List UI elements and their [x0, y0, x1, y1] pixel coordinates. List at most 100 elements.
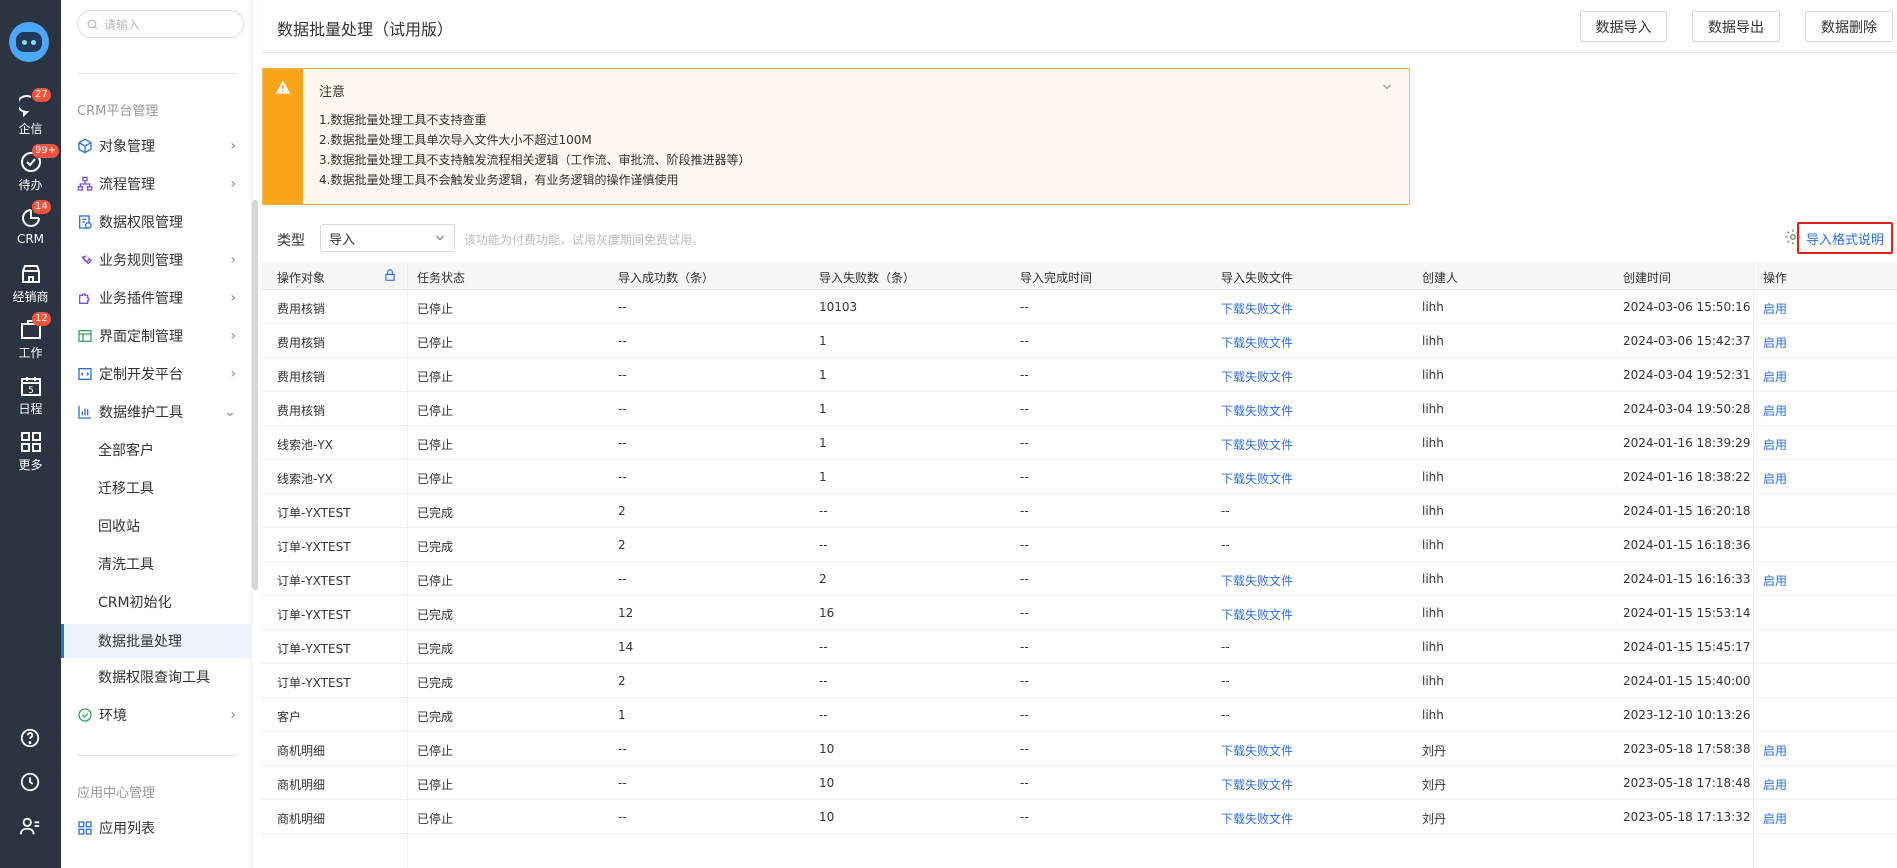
- table-cell: 2: [618, 538, 626, 552]
- rail-item-messages[interactable]: 27 企信: [0, 88, 61, 137]
- table-row: 商机明细 已停止 -- 10 -- 下载失败文件 刘丹 2023-05-18 17:13:32…: [262, 800, 1897, 834]
- data-delete-button[interactable]: 数据删除: [1805, 11, 1893, 42]
- download-failed-file-link[interactable]: 下载失败文件: [1221, 810, 1293, 827]
- rail-item-dealer[interactable]: 经销商: [0, 262, 61, 305]
- sidebar-item-dev-platform[interactable]: 定制开发平台 ›: [61, 359, 252, 389]
- table-cell: 10: [819, 776, 835, 790]
- table-cell: lihh: [1422, 436, 1444, 450]
- download-failed-file-link[interactable]: 下载失败文件: [1221, 470, 1293, 487]
- type-select[interactable]: 导入: [320, 224, 455, 252]
- avatar[interactable]: [9, 22, 49, 62]
- chevron-down-icon[interactable]: [1381, 81, 1393, 93]
- column-header: 导入完成时间: [1020, 271, 1093, 285]
- badge: 27: [32, 88, 51, 102]
- rail-item-todo[interactable]: 99+ 待办: [0, 144, 61, 193]
- column-header: 导入失败文件: [1221, 271, 1294, 285]
- sidebar-scrollbar[interactable]: [252, 200, 258, 590]
- download-failed-file-link[interactable]: 下载失败文件: [1221, 402, 1293, 419]
- search-input[interactable]: 请输入: [77, 10, 244, 38]
- table-cell: lihh: [1422, 606, 1444, 620]
- table-cell: --: [819, 538, 828, 552]
- enable-action-link[interactable]: 启用: [1763, 742, 1787, 759]
- column-header: 操作对象: [277, 271, 326, 285]
- download-failed-file-link[interactable]: 下载失败文件: [1221, 368, 1293, 385]
- sidebar-item-label: 数据权限管理: [99, 215, 183, 231]
- sidebar-subitem-recycle[interactable]: 回收站: [61, 511, 252, 541]
- enable-action-link[interactable]: 启用: [1763, 776, 1787, 793]
- table-cell: --: [1020, 368, 1029, 382]
- table-cell: 1: [819, 334, 827, 348]
- column-header: 操作: [1763, 271, 1788, 285]
- sidebar-subitem-migration[interactable]: 迁移工具: [61, 473, 252, 503]
- enable-action-link[interactable]: 启用: [1763, 402, 1787, 419]
- enable-action-link[interactable]: 启用: [1763, 368, 1787, 385]
- sidebar-subitem-cleaning[interactable]: 清洗工具: [61, 549, 252, 579]
- import-format-link[interactable]: 导入格式说明: [1797, 222, 1893, 254]
- table-cell: 1: [618, 708, 626, 722]
- help-icon[interactable]: [19, 727, 41, 749]
- table-cell: 已完成: [417, 540, 454, 554]
- enable-action-link[interactable]: 启用: [1763, 810, 1787, 827]
- sidebar-item-data-permission[interactable]: 数据权限管理: [61, 207, 252, 237]
- sidebar-item-data-tools[interactable]: 数据维护工具 ⌄: [61, 397, 252, 427]
- sidebar-item-flow[interactable]: 流程管理 ›: [61, 169, 252, 199]
- table-cell: --: [618, 368, 627, 382]
- data-import-button[interactable]: 数据导入: [1580, 11, 1667, 42]
- table-cell: 2024-03-04 19:52:31: [1623, 368, 1751, 382]
- download-failed-file-link[interactable]: 下载失败文件: [1221, 742, 1293, 759]
- enable-action-link[interactable]: 启用: [1763, 300, 1787, 317]
- table-cell: lihh: [1422, 674, 1444, 688]
- table-cell: lihh: [1422, 538, 1444, 552]
- table-cell: --: [1020, 334, 1029, 348]
- user-settings-icon[interactable]: [19, 815, 41, 837]
- table-row: 订单-YXTEST 已完成 2 -- -- -- lihh 2024-01-15 16:20:…: [262, 494, 1897, 528]
- enable-action-link[interactable]: 启用: [1763, 470, 1787, 487]
- download-failed-file-link[interactable]: 下载失败文件: [1221, 572, 1293, 589]
- enable-action-link[interactable]: 启用: [1763, 436, 1787, 453]
- table-cell: 订单-YXTEST: [277, 642, 351, 656]
- table-cell: lihh: [1422, 470, 1444, 484]
- sidebar-subitem-permission-query[interactable]: 数据权限查询工具: [61, 662, 252, 692]
- download-failed-file-link[interactable]: 下载失败文件: [1221, 300, 1293, 317]
- clock-icon[interactable]: [19, 771, 41, 793]
- wrench-icon: [81, 255, 92, 265]
- table-cell: --: [1020, 572, 1029, 586]
- rail-item-more[interactable]: 更多: [0, 430, 61, 473]
- sidebar-subitem-all-customers[interactable]: 全部客户: [61, 435, 252, 465]
- table-cell: --: [1020, 538, 1029, 552]
- sidebar-subitem-batch[interactable]: 数据批量处理: [61, 624, 252, 658]
- rail-item-crm[interactable]: 14 CRM: [0, 200, 61, 246]
- sidebar-item-ui-custom[interactable]: 界面定制管理 ›: [61, 321, 252, 351]
- search-placeholder: 请输入: [104, 17, 141, 32]
- table-cell: --: [819, 504, 828, 518]
- chevron-right-icon: ›: [230, 176, 236, 192]
- sidebar-item-app-list[interactable]: 应用列表: [61, 813, 252, 843]
- sidebar-group-app: 应用中心管理: [77, 786, 156, 801]
- download-failed-file-link[interactable]: 下载失败文件: [1221, 776, 1293, 793]
- rail-item-work[interactable]: 12 工作: [0, 312, 61, 361]
- table-cell: 2023-05-18 17:13:32: [1623, 810, 1751, 824]
- column-header: 导入失败数（条）: [819, 271, 916, 285]
- sidebar-item-object[interactable]: 对象管理 ›: [61, 131, 252, 161]
- download-failed-file-link[interactable]: 下载失败文件: [1221, 334, 1293, 351]
- table-cell: 2: [819, 572, 827, 586]
- enable-action-link[interactable]: 启用: [1763, 572, 1787, 589]
- data-export-button[interactable]: 数据导出: [1692, 11, 1780, 42]
- lock-icon[interactable]: [383, 268, 397, 282]
- badge: 99+: [32, 144, 60, 158]
- table-cell: 2024-01-16 18:39:29: [1623, 436, 1751, 450]
- grid-icon: [20, 432, 41, 452]
- table-cell: 已完成: [417, 506, 454, 520]
- sidebar-item-business-rule[interactable]: 业务规则管理 ›: [61, 245, 252, 275]
- enable-action-link[interactable]: 启用: [1763, 334, 1787, 351]
- table-cell: lihh: [1422, 504, 1444, 518]
- sidebar-item-env[interactable]: 环境 ›: [61, 700, 252, 730]
- download-failed-file-link[interactable]: 下载失败文件: [1221, 606, 1293, 623]
- table-cell: 费用核销: [277, 336, 326, 350]
- download-failed-file-link[interactable]: 下载失败文件: [1221, 436, 1293, 453]
- table-cell: 2024-01-15 15:40:00: [1623, 674, 1751, 688]
- table-cell: --: [1020, 674, 1029, 688]
- sidebar-subitem-crm-init[interactable]: CRM初始化: [61, 587, 252, 617]
- rail-item-schedule[interactable]: 5 日程: [0, 374, 61, 417]
- sidebar-item-plugin[interactable]: 业务插件管理 ›: [61, 283, 252, 313]
